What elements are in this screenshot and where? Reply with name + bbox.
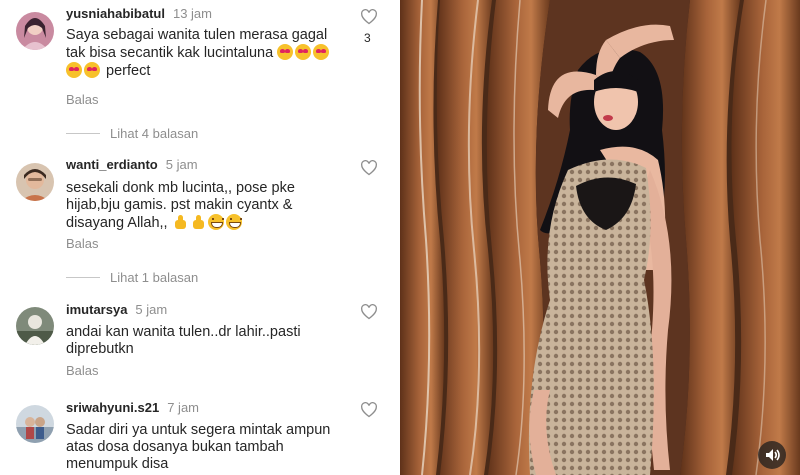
comment-time: 13 jam [172, 6, 212, 21]
heart-outline-icon[interactable] [360, 9, 378, 25]
comment-text: andai kan wanita tulen..dr lahir..pasti … [66, 324, 356, 358]
comment-time: 5 jam [165, 157, 198, 172]
comment-username[interactable]: yusniahabibatul 13 jam [66, 6, 212, 21]
photo-illustration [400, 0, 800, 475]
comment-line: perfect [106, 63, 151, 79]
thumbs-up-emoji [190, 214, 206, 230]
divider-line [66, 133, 100, 134]
thumbs-up-emoji [172, 214, 188, 230]
comment-line: atas dosa dosanya bukan tambah [66, 439, 284, 455]
view-replies-label[interactable]: Lihat 1 balasan [110, 270, 198, 285]
comment-text: Sadar diri ya untuk segera mintak ampun … [66, 422, 356, 473]
comment-time: 7 jam [167, 400, 200, 415]
heart-eyes-emoji [277, 44, 294, 60]
heart-eyes-emoji [66, 62, 82, 78]
grinning-emoji [207, 214, 224, 230]
comment-text: sesekali donk mb lucinta,, pose pke hija… [66, 180, 356, 232]
comment-line: disayang Allah,, [66, 215, 168, 231]
comments-panel: yusniahabibatul 13 jam Saya sebagai wanit… [0, 0, 400, 475]
heart-outline-icon[interactable] [360, 160, 378, 176]
avatar[interactable] [16, 405, 54, 443]
post-photo[interactable] [400, 0, 800, 475]
avatar[interactable] [16, 163, 54, 201]
comment-line: menumpuk disa [66, 456, 169, 472]
comment-username[interactable]: imutarsya 5 jam [66, 302, 167, 317]
comment-line: andai kan wanita tulen..dr lahir..pasti [66, 324, 301, 340]
comment-line: sesekali donk mb lucinta,, pose pke [66, 180, 295, 196]
like-count[interactable]: 3 [364, 31, 371, 45]
reply-button[interactable]: Balas [66, 92, 99, 107]
reply-button[interactable]: Balas [66, 236, 99, 251]
username-text[interactable]: imutarsya [66, 302, 127, 317]
comment-username[interactable]: sriwahyuni.s21 7 jam [66, 400, 199, 415]
grinning-emoji [225, 214, 242, 230]
view-replies-button[interactable]: Lihat 1 balasan [66, 270, 198, 285]
heart-eyes-emoji [295, 44, 312, 60]
comment-line: Saya sebagai wanita tulen merasa gagal [66, 27, 328, 43]
username-text[interactable]: yusniahabibatul [66, 6, 165, 21]
reply-button[interactable]: Balas [66, 363, 99, 378]
view-replies-button[interactable]: Lihat 4 balasan [66, 126, 198, 141]
avatar[interactable] [16, 12, 54, 50]
comment-time: 5 jam [135, 302, 168, 317]
heart-eyes-emoji [313, 44, 330, 60]
comment-line: hijab,bju gamis. pst makin cyantx & [66, 197, 293, 213]
heart-outline-icon[interactable] [360, 402, 378, 418]
comment-line: tak bisa secantik kak lucintaluna [66, 45, 274, 61]
username-text[interactable]: wanti_erdianto [66, 157, 158, 172]
speaker-icon[interactable] [758, 441, 786, 469]
username-text[interactable]: sriwahyuni.s21 [66, 400, 159, 415]
divider-line [66, 277, 100, 278]
comment-line: diprebutkn [66, 341, 134, 357]
heart-outline-icon[interactable] [360, 304, 378, 320]
comment-username[interactable]: wanti_erdianto 5 jam [66, 157, 198, 172]
avatar[interactable] [16, 307, 54, 345]
comment-line: Sadar diri ya untuk segera mintak ampun [66, 422, 331, 438]
comment-text: Saya sebagai wanita tulen merasa gagal t… [66, 27, 356, 80]
view-replies-label[interactable]: Lihat 4 balasan [110, 126, 198, 141]
heart-eyes-emoji [84, 62, 100, 78]
